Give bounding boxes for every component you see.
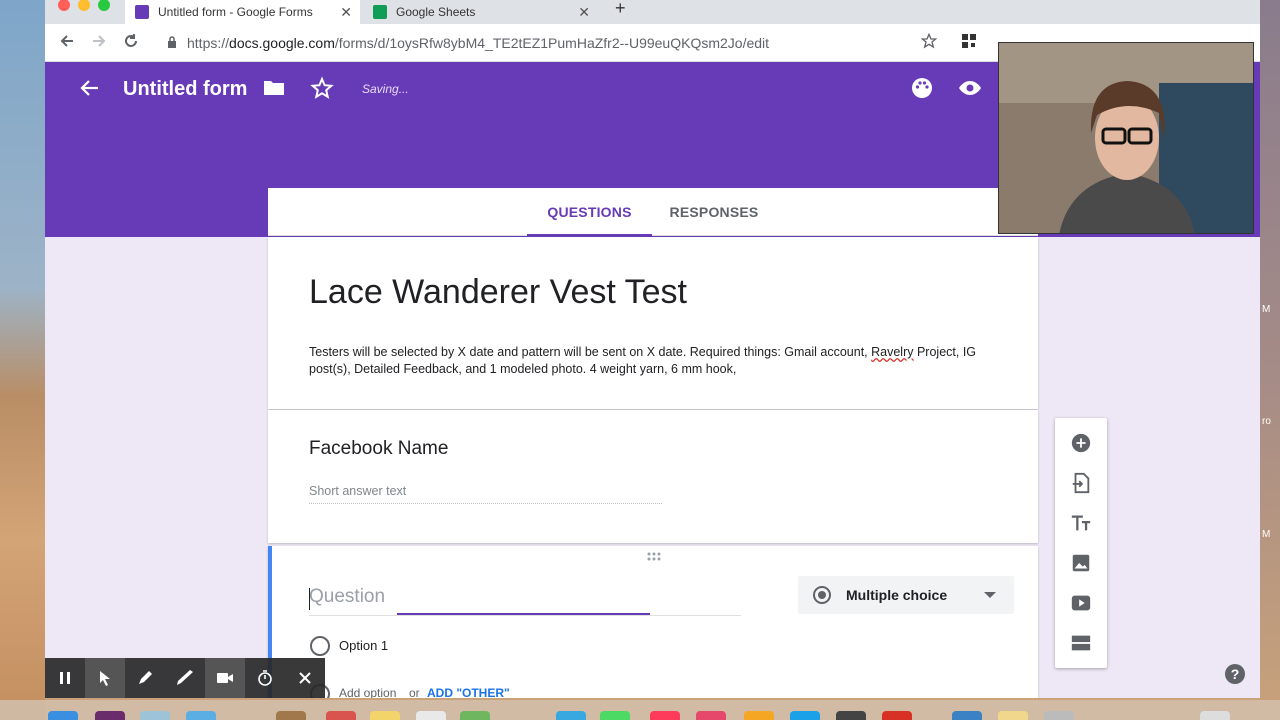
form-tabs: QUESTIONS RESPONSES xyxy=(268,188,1038,236)
dock-app-icon[interactable] xyxy=(556,711,586,720)
dock-app-icon[interactable] xyxy=(416,711,446,720)
forward-icon[interactable] xyxy=(89,33,109,54)
help-button[interactable]: ? xyxy=(1225,664,1245,684)
camera-icon[interactable] xyxy=(205,658,245,698)
timer-icon[interactable] xyxy=(245,658,285,698)
tab-responses[interactable]: RESPONSES xyxy=(664,188,764,236)
highlighter-icon[interactable] xyxy=(165,658,205,698)
back-icon[interactable] xyxy=(57,33,77,54)
radio-icon xyxy=(813,586,831,604)
dock-app-icon[interactable] xyxy=(650,711,680,720)
pause-icon[interactable] xyxy=(45,658,85,698)
star-icon[interactable] xyxy=(310,76,334,100)
pen-icon[interactable] xyxy=(125,658,165,698)
reload-icon[interactable] xyxy=(121,33,141,54)
dock-app-icon[interactable] xyxy=(326,711,356,720)
save-status: Saving... xyxy=(362,82,409,96)
description-text: Testers will be selected by X date and p… xyxy=(309,345,872,359)
url-scheme: https:// xyxy=(187,35,230,51)
back-arrow-icon[interactable] xyxy=(78,76,102,100)
recording-toolbar xyxy=(45,658,325,698)
add-option-link[interactable]: Add option xyxy=(339,686,396,698)
form-description[interactable]: Testers will be selected by X date and p… xyxy=(309,344,1009,378)
dock-app-icon[interactable] xyxy=(744,711,774,720)
zoom-window-button[interactable] xyxy=(98,0,110,11)
desktop-wallpaper-left xyxy=(0,0,45,720)
text-caret xyxy=(309,588,310,610)
url-field[interactable]: https://docs.google.com/forms/d/1oysRfw8… xyxy=(187,35,769,51)
short-answer-placeholder: Short answer text xyxy=(309,484,662,504)
question-type-dropdown[interactable]: Multiple choice xyxy=(798,576,1014,614)
question-input-focus-line xyxy=(397,613,650,615)
side-toolbar xyxy=(1055,418,1107,668)
add-image-icon[interactable] xyxy=(1068,550,1094,576)
google-forms-icon xyxy=(135,5,149,19)
dock-app-icon[interactable] xyxy=(460,711,490,720)
add-title-icon[interactable] xyxy=(1068,510,1094,536)
form-name[interactable]: Untitled form xyxy=(123,78,247,101)
close-tab-icon[interactable]: ✕ xyxy=(578,4,590,21)
add-question-icon[interactable] xyxy=(1068,430,1094,456)
minimize-window-button[interactable] xyxy=(78,0,90,11)
add-video-icon[interactable] xyxy=(1068,590,1094,616)
bookmark-star-icon[interactable] xyxy=(919,32,939,54)
tab-title: Google Sheets xyxy=(396,5,476,19)
desktop-label: M xyxy=(1262,304,1271,315)
add-section-icon[interactable] xyxy=(1068,630,1094,656)
form-title[interactable]: Lace Wanderer Vest Test xyxy=(309,273,687,312)
trash-icon[interactable] xyxy=(1200,711,1230,720)
dock-app-icon[interactable] xyxy=(952,711,982,720)
safari-icon[interactable] xyxy=(186,711,216,720)
desktop-label: M xyxy=(1262,529,1271,540)
finder-icon[interactable] xyxy=(48,711,78,720)
close-tab-icon[interactable]: ✕ xyxy=(340,4,352,21)
import-questions-icon[interactable] xyxy=(1068,470,1094,496)
description-misspelled-word: Ravelry xyxy=(871,345,914,359)
messages-icon[interactable] xyxy=(600,711,630,720)
close-window-button[interactable] xyxy=(58,0,70,11)
option-radio xyxy=(310,636,330,656)
dock-app-icon[interactable] xyxy=(882,711,912,720)
dock-app-icon[interactable] xyxy=(1044,711,1074,720)
question-type-label: Multiple choice xyxy=(846,587,948,603)
new-tab-button[interactable]: + xyxy=(615,0,626,17)
desktop-wallpaper-right xyxy=(1260,0,1280,720)
chevron-down-icon xyxy=(984,592,996,598)
dock-app-icon[interactable] xyxy=(140,711,170,720)
lock-icon xyxy=(168,36,176,48)
tab-title: Untitled form - Google Forms xyxy=(158,5,313,19)
browser-tab-forms[interactable]: Untitled form - Google Forms ✕ xyxy=(125,0,360,24)
question-title: Facebook Name xyxy=(309,438,449,459)
dock-app-icon[interactable] xyxy=(836,711,866,720)
drag-handle-icon[interactable] xyxy=(647,551,663,565)
folder-icon[interactable] xyxy=(262,76,286,100)
webcam-overlay xyxy=(998,42,1254,234)
or-text: or xyxy=(409,686,420,698)
webcam-person-image xyxy=(999,43,1253,233)
add-other-button[interactable]: ADD "OTHER" xyxy=(427,686,510,698)
question-input[interactable]: Question xyxy=(309,586,741,616)
question-card[interactable]: Facebook Name Short answer text xyxy=(268,410,1038,543)
close-icon[interactable] xyxy=(285,658,325,698)
dock-app-icon[interactable] xyxy=(998,711,1028,720)
option-label[interactable]: Option 1 xyxy=(339,638,388,653)
desktop-label: ro xyxy=(1262,416,1271,427)
url-path: /forms/d/1oysRfw8ybM4_TE2tEZ1PumHaZfr2--… xyxy=(334,35,770,51)
browser-tab-sheets[interactable]: Google Sheets ✕ xyxy=(363,0,598,24)
google-sheets-icon xyxy=(373,5,387,19)
music-icon[interactable] xyxy=(696,711,726,720)
qr-code-icon[interactable] xyxy=(959,33,979,54)
preview-eye-icon[interactable] xyxy=(958,76,982,100)
tab-questions[interactable]: QUESTIONS xyxy=(527,188,652,236)
active-question-card[interactable]: Question Multiple choice Option 1 Add op… xyxy=(268,546,1038,698)
pointer-icon[interactable] xyxy=(85,658,125,698)
form-title-card: Lace Wanderer Vest Test Testers will be … xyxy=(268,237,1038,409)
palette-icon[interactable] xyxy=(910,76,934,100)
url-host: docs.google.com xyxy=(229,35,335,51)
tab-bar: Untitled form - Google Forms ✕ Google Sh… xyxy=(45,0,1260,24)
dock-app-icon[interactable] xyxy=(95,711,125,720)
notes-icon[interactable] xyxy=(370,711,400,720)
app-store-icon[interactable] xyxy=(790,711,820,720)
dock-app-icon[interactable] xyxy=(276,711,306,720)
